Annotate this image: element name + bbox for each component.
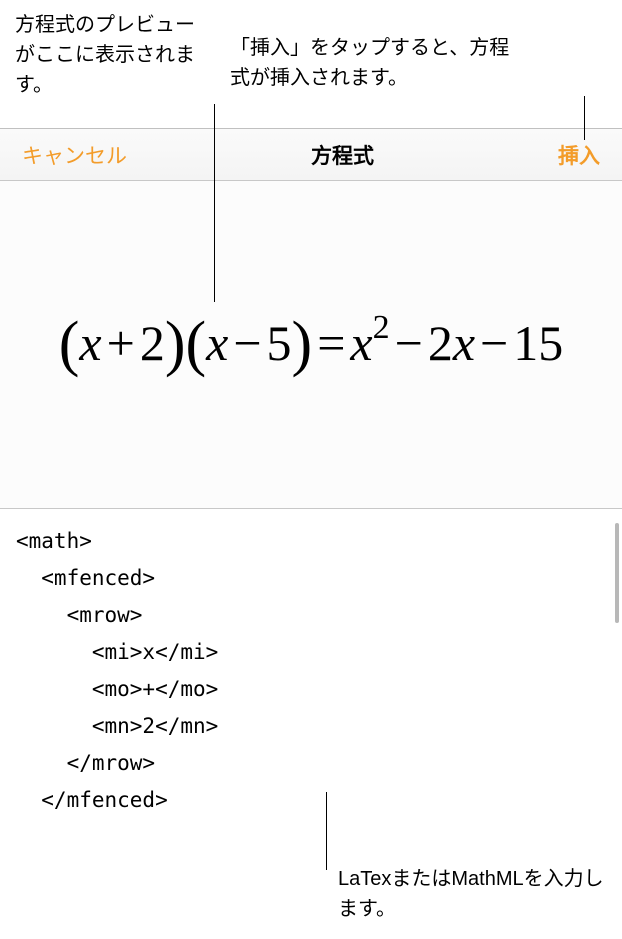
annotation-insert-text: 「挿入」をタップすると、方程式が挿入されます。	[230, 33, 510, 93]
scroll-indicator[interactable]	[615, 523, 619, 623]
code-text[interactable]: <math> <mfenced> <mrow> <mi>x</mi> <mo>+…	[16, 523, 606, 822]
callout-line-insert	[584, 96, 585, 140]
cancel-button[interactable]: キャンセル	[22, 140, 127, 170]
annotation-latex-text: LaTexまたはMathMLを入力します。	[338, 864, 618, 924]
insert-button[interactable]: 挿入	[558, 140, 600, 170]
header-title: 方程式	[311, 140, 374, 170]
header-bar: キャンセル 方程式 挿入	[0, 128, 622, 181]
equation-preview-area: (x+2)(x−5)=x2−2x−15	[0, 181, 622, 509]
equation-editor-window: キャンセル 方程式 挿入 (x+2)(x−5)=x2−2x−15 <math> …	[0, 128, 622, 822]
annotation-preview-text: 方程式のプレビューがここに表示されます。	[15, 10, 195, 100]
callout-line-preview	[214, 104, 215, 302]
equation-preview: (x+2)(x−5)=x2−2x−15	[53, 309, 569, 380]
code-input-area[interactable]: <math> <mfenced> <mrow> <mi>x</mi> <mo>+…	[0, 509, 622, 822]
callout-line-latex	[326, 792, 327, 870]
